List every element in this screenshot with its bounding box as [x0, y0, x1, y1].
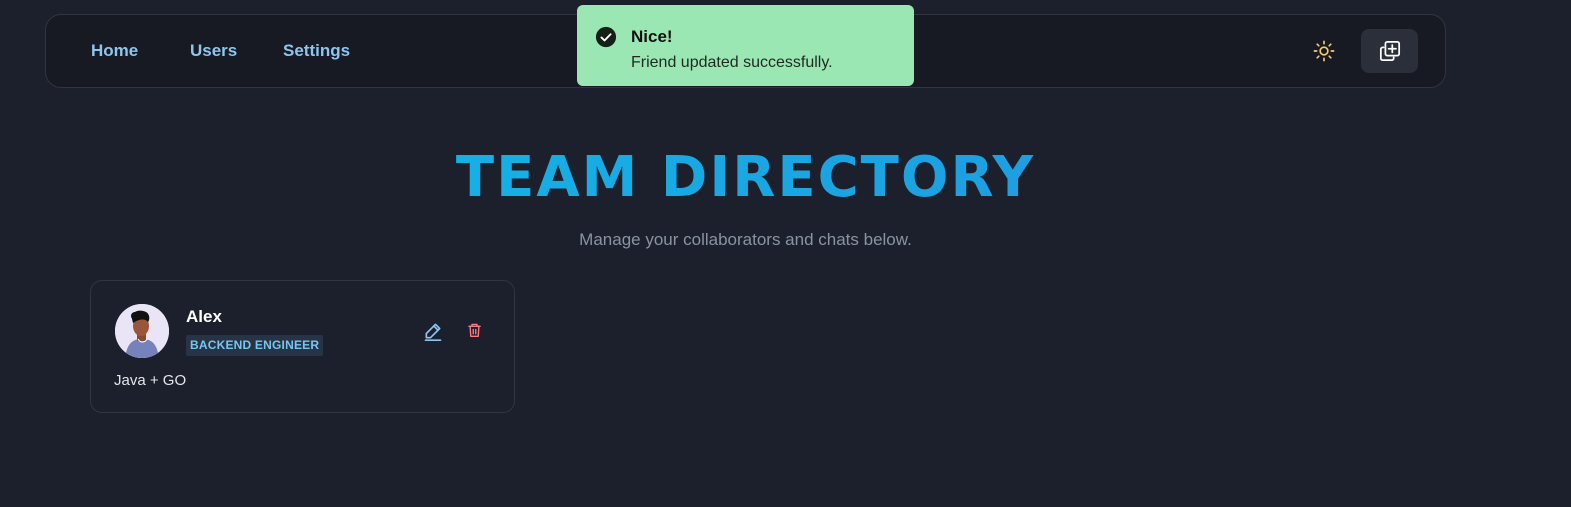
check-circle-icon [595, 26, 617, 48]
theme-toggle-button[interactable] [1311, 38, 1337, 64]
avatar [115, 304, 169, 358]
friend-card: Alex BACKEND ENGINEER Java + GO [90, 280, 515, 413]
page: Home Users Settings Nice! Friend updated… [0, 0, 1571, 507]
role-badge: BACKEND ENGINEER [186, 335, 324, 356]
edit-friend-button[interactable] [422, 320, 444, 342]
nav-link-users[interactable]: Users [190, 41, 237, 61]
friend-name: Alex [186, 307, 222, 326]
friend-description: Java + GO [114, 372, 187, 389]
page-subtitle: Manage your collaborators and chats belo… [579, 230, 912, 249]
toast-message: Friend updated successfully. [631, 54, 833, 71]
delete-friend-button[interactable] [465, 321, 483, 339]
add-friend-button[interactable] [1361, 29, 1418, 73]
nav-link-home[interactable]: Home [91, 41, 138, 61]
sun-icon [1313, 40, 1335, 62]
page-title: TEAM DIRECTORY [0, 145, 1491, 210]
toast-title: Nice! [631, 27, 673, 46]
trash-icon [467, 323, 481, 337]
add-copy-icon [1379, 40, 1400, 62]
nav-link-settings[interactable]: Settings [283, 41, 350, 61]
pencil-icon [424, 323, 442, 341]
avatar-illustration [115, 304, 169, 358]
success-toast: Nice! Friend updated successfully. [577, 5, 914, 86]
